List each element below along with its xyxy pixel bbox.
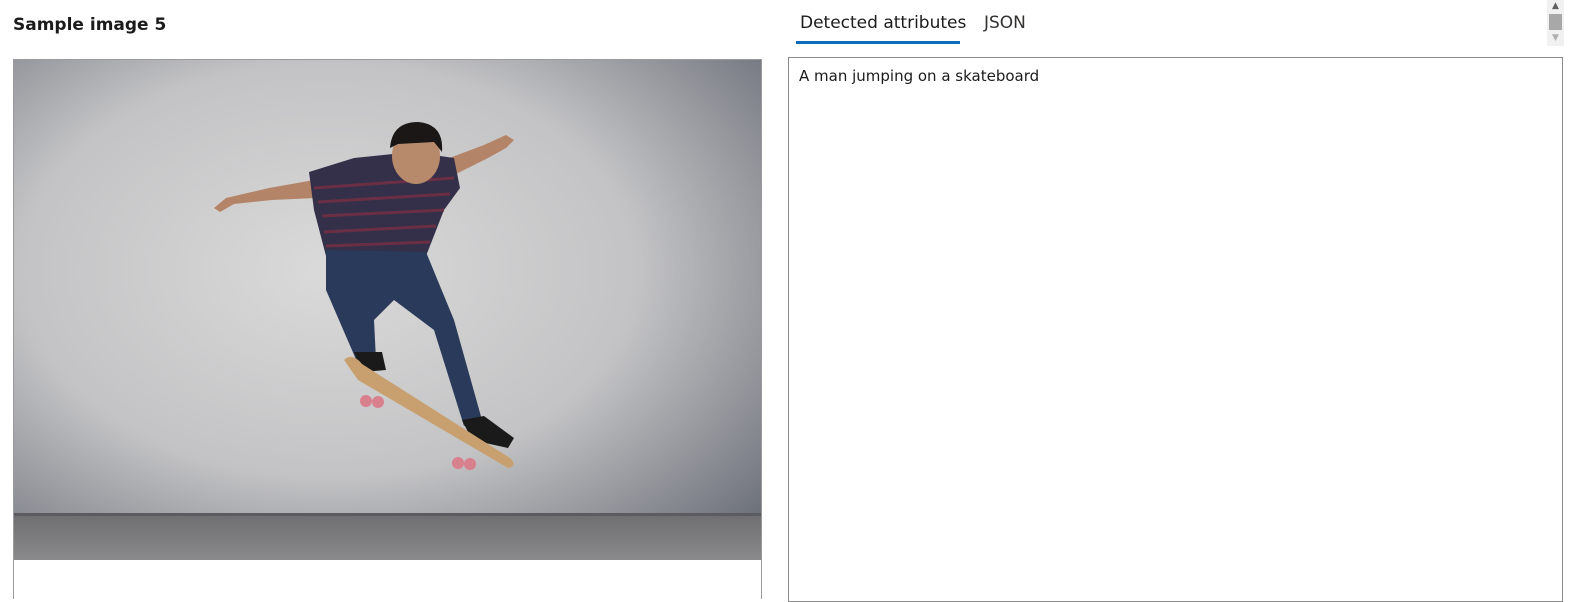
active-tab-indicator <box>796 41 960 44</box>
tab-detected-attributes-label: Detected attributes <box>800 13 967 33</box>
chevron-up-icon[interactable]: ▲ <box>1547 0 1564 12</box>
sample-image-frame <box>13 59 762 599</box>
sample-image <box>14 60 761 560</box>
tab-json-label: JSON <box>984 13 1026 33</box>
tab-json[interactable]: JSON <box>980 8 1030 44</box>
vertical-scrollbar[interactable]: ▲ ▼ <box>1547 0 1564 46</box>
detected-caption: A man jumping on a skateboard <box>799 67 1040 85</box>
tab-detected-attributes[interactable]: Detected attributes <box>796 8 966 44</box>
scrollbar-thumb[interactable] <box>1549 14 1562 30</box>
chevron-down-icon[interactable]: ▼ <box>1547 32 1564 44</box>
detected-attributes-panel: A man jumping on a skateboard <box>788 57 1563 602</box>
sample-title: Sample image 5 <box>13 15 167 35</box>
